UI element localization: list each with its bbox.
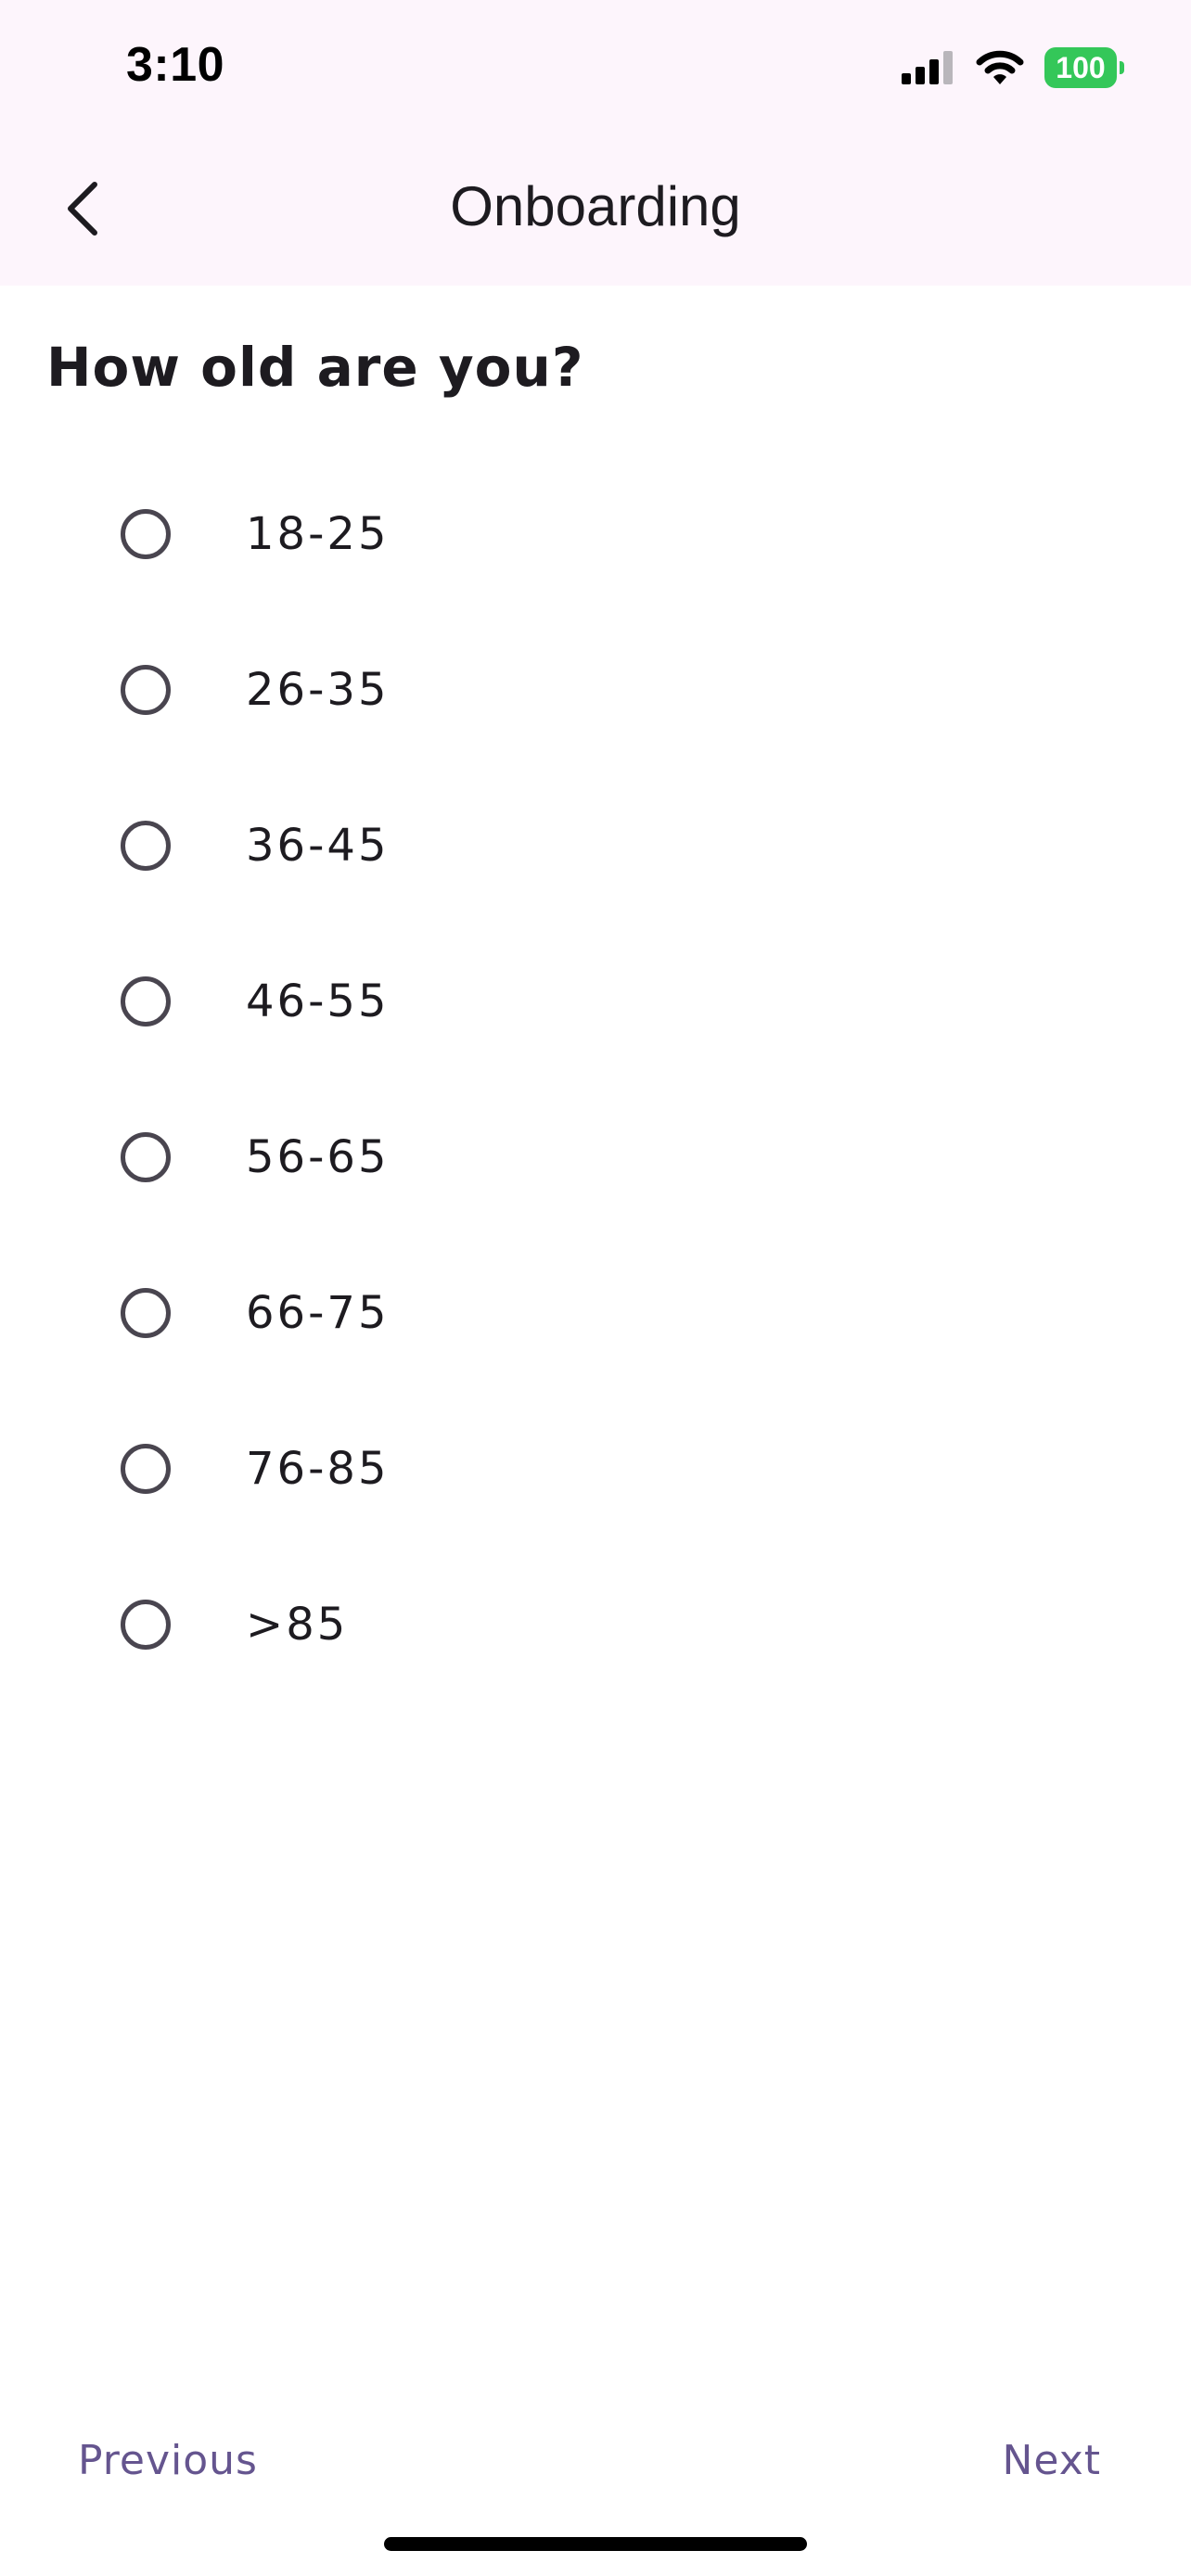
battery-level: 100 [1056, 50, 1106, 84]
option-66-75[interactable]: 66-75 [0, 1235, 1191, 1391]
app-bar: 3:10 100 Onboarding [0, 0, 1191, 286]
option-26-35[interactable]: 26-35 [0, 612, 1191, 768]
option-56-65[interactable]: 56-65 [0, 1079, 1191, 1235]
radio-button[interactable] [121, 665, 171, 715]
option-over-85[interactable]: >85 [0, 1547, 1191, 1702]
next-button[interactable]: Next [1002, 2437, 1101, 2484]
option-18-25[interactable]: 18-25 [0, 456, 1191, 612]
radio-button[interactable] [121, 1444, 171, 1494]
option-label: >85 [246, 1599, 349, 1651]
option-label: 56-65 [246, 1131, 390, 1183]
option-label: 66-75 [246, 1287, 390, 1339]
page-title: Onboarding [450, 175, 741, 237]
option-36-45[interactable]: 36-45 [0, 768, 1191, 924]
option-label: 26-35 [246, 664, 390, 716]
wifi-icon [976, 50, 1024, 84]
option-76-85[interactable]: 76-85 [0, 1391, 1191, 1547]
option-label: 76-85 [246, 1443, 390, 1495]
radio-button[interactable] [121, 976, 171, 1027]
option-label: 18-25 [246, 508, 390, 560]
radio-button[interactable] [121, 1288, 171, 1338]
battery-nub [1120, 61, 1124, 74]
previous-button[interactable]: Previous [78, 2437, 258, 2484]
battery-icon: 100 [1044, 47, 1124, 88]
radio-button[interactable] [121, 1600, 171, 1650]
option-label: 36-45 [246, 820, 390, 872]
age-options: 18-25 26-35 36-45 46-55 56-65 66-75 76-8… [0, 456, 1191, 1702]
home-indicator [384, 2537, 807, 2551]
radio-button[interactable] [121, 1132, 171, 1182]
status-time: 3:10 [126, 38, 225, 92]
status-icons: 100 [902, 45, 1124, 91]
radio-button[interactable] [121, 821, 171, 871]
radio-button[interactable] [121, 509, 171, 559]
cellular-signal-icon [902, 51, 953, 84]
question-heading: How old are you? [46, 336, 584, 399]
option-46-55[interactable]: 46-55 [0, 924, 1191, 1079]
screen: 3:10 100 Onboarding How old are you? 18-… [0, 0, 1191, 2576]
option-label: 46-55 [246, 976, 390, 1027]
